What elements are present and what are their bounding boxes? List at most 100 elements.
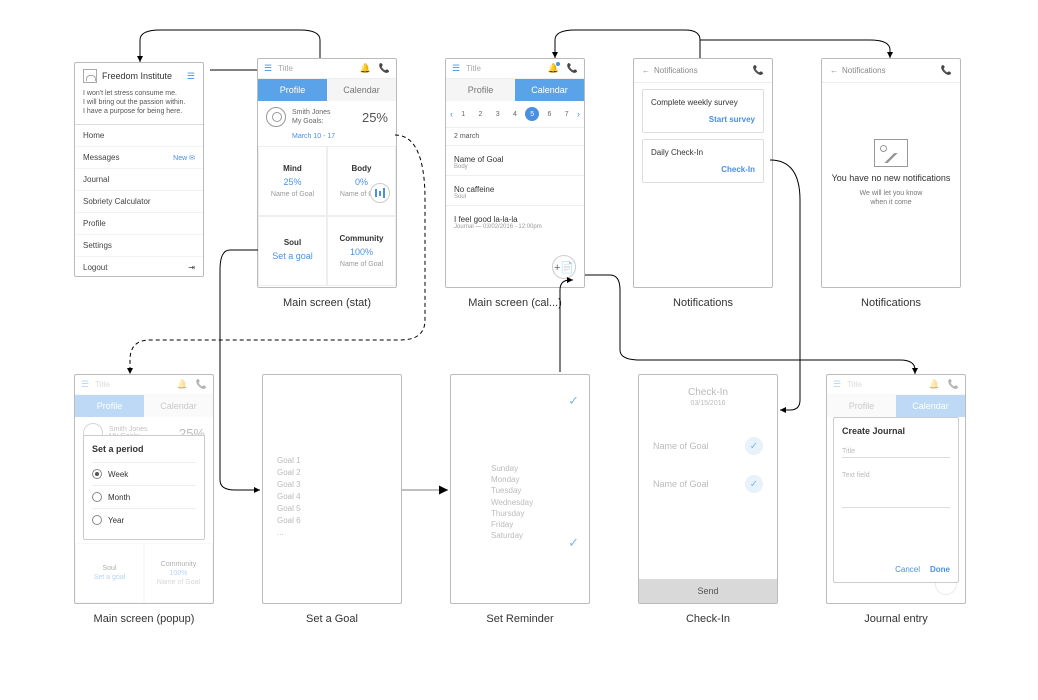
day-7[interactable]: 7 <box>560 107 574 121</box>
bell-icon: 🔔 <box>929 379 940 390</box>
phone-icon: 📞 <box>948 379 959 390</box>
screen-caption: Notifications <box>634 297 772 309</box>
screen-caption: Notifications <box>822 297 960 309</box>
chevron-right-icon[interactable]: › <box>577 109 580 119</box>
add-fab-icon[interactable]: +📄 <box>552 255 576 279</box>
menu-sobriety[interactable]: Sobriety Calculator <box>75 190 203 212</box>
screen-journal-entry: ☰Title 🔔📞 Profile Calendar Create Journa… <box>826 374 966 604</box>
menu-profile[interactable]: Profile <box>75 212 203 234</box>
back-button[interactable]: ←Notifications <box>642 66 698 75</box>
menu-journal[interactable]: Journal <box>75 168 203 190</box>
checkin-date: 03/15/2016 <box>639 400 777 407</box>
chevron-left-icon[interactable]: ‹ <box>450 109 453 119</box>
user-name: Smith Jones <box>292 108 331 117</box>
phone-icon[interactable]: 📞 <box>941 65 952 76</box>
menu-home[interactable]: Home <box>75 124 203 146</box>
start-survey-button[interactable]: Start survey <box>651 115 755 124</box>
goal-item[interactable]: Name of GoalBody <box>446 145 584 175</box>
date-header: 2 march <box>454 133 576 140</box>
day-6[interactable]: 6 <box>543 107 557 121</box>
empty-subtext: We will let you know when it come <box>860 189 923 207</box>
radio-icon <box>92 469 102 479</box>
checkin-button[interactable]: Check-In <box>651 165 755 174</box>
tab-calendar[interactable]: Calendar <box>515 79 584 101</box>
cell-body[interactable]: Body0%Name of Goal <box>327 146 396 216</box>
app-logo: Freedom Institute <box>83 69 172 83</box>
phone-icon[interactable]: 📞 <box>567 63 578 74</box>
done-button[interactable]: Done <box>930 565 950 574</box>
radio-icon <box>92 515 102 525</box>
cell-soul[interactable]: SoulSet a goal <box>258 216 327 286</box>
cancel-button[interactable]: Cancel <box>895 565 920 574</box>
goal-item[interactable]: No caffeineSoul <box>446 175 584 205</box>
screen-main-stat: ☰Title 🔔📞 Profile Calendar Smith Jones M… <box>257 58 397 288</box>
screen-title: Title <box>466 64 481 73</box>
radio-week[interactable]: Week <box>92 462 196 485</box>
day-3[interactable]: 3 <box>491 107 505 121</box>
modal-title: Create Journal <box>842 426 950 436</box>
phone-icon: 📞 <box>196 379 207 390</box>
screen-caption: Main screen (cal...) <box>446 297 584 309</box>
day-5[interactable]: 5 <box>525 107 539 121</box>
tab-profile[interactable]: Profile <box>258 79 327 101</box>
arrow-left-icon: ← <box>830 66 838 75</box>
phone-icon[interactable]: 📞 <box>753 65 764 76</box>
checkin-title: Check-In <box>639 375 777 400</box>
screen-main-popup: ☰Title 🔔📞 Profile Calendar Smith JonesMy… <box>74 374 214 604</box>
back-button[interactable]: ←Notifications <box>830 66 886 75</box>
logout-icon: ⇥ <box>188 263 195 272</box>
cell-community[interactable]: Community100%Name of Goal <box>327 216 396 286</box>
screen-caption: Main screen (popup) <box>75 613 213 625</box>
hamburger-icon[interactable]: ☰ <box>452 63 460 74</box>
goal-list[interactable]: Goal 1Goal 2Goal 3 Goal 4Goal 5Goal 6 ..… <box>263 375 401 539</box>
check-icon[interactable]: ✓ <box>568 535 579 551</box>
day-4[interactable]: 4 <box>508 107 522 121</box>
tab-calendar: Calendar <box>896 395 965 417</box>
period-modal: Set a period Week Month Year <box>83 435 205 540</box>
tab-profile[interactable]: Profile <box>446 79 515 101</box>
screen-notifications: ←Notifications 📞 Complete weekly survey … <box>633 58 773 288</box>
journal-item[interactable]: I feel good la-la-laJournal — 03/02/2016… <box>446 205 584 235</box>
tab-profile: Profile <box>75 395 144 417</box>
notif-title: Daily Check-In <box>651 148 755 157</box>
image-placeholder-icon <box>874 139 908 167</box>
check-circle-icon: ✓ <box>745 437 763 455</box>
title-input[interactable]: Title <box>842 444 950 458</box>
quote-text: I won't let stress consume me. I will br… <box>75 89 203 124</box>
checkin-goal-row[interactable]: Name of Goal✓ <box>639 427 777 465</box>
checkin-goal-row[interactable]: Name of Goal✓ <box>639 465 777 503</box>
menu-settings[interactable]: Settings <box>75 234 203 256</box>
check-circle-icon: ✓ <box>745 475 763 493</box>
tab-calendar[interactable]: Calendar <box>327 79 396 101</box>
arrow-left-icon: ← <box>642 66 650 75</box>
check-icon[interactable]: ✓ <box>568 393 579 409</box>
app-title: Freedom Institute <box>102 71 172 81</box>
radio-icon <box>92 492 102 502</box>
hamburger-icon[interactable]: ☰ <box>264 63 272 74</box>
radio-month[interactable]: Month <box>92 485 196 508</box>
notif-title: Complete weekly survey <box>651 98 755 107</box>
hamburger-icon: ☰ <box>81 379 89 390</box>
screen-set-goal: Goal 1Goal 2Goal 3 Goal 4Goal 5Goal 6 ..… <box>262 374 402 604</box>
notification-card: Daily Check-In Check-In <box>642 139 764 183</box>
empty-message: You have no new notifications <box>832 173 951 183</box>
bell-icon: 🔔 <box>177 379 188 390</box>
screen-main-cal: ☰ Title 🔔 📞 Profile Calendar ‹ 1 2 3 4 5 6… <box>445 58 585 288</box>
screen-caption: Check-In <box>639 613 777 625</box>
menu-logout[interactable]: Logout⇥ <box>75 256 203 278</box>
text-input[interactable]: Text field <box>842 468 950 508</box>
day-2[interactable]: 2 <box>474 107 488 121</box>
screen-sidebar: Freedom Institute ☰ I won't let stress c… <box>74 62 204 277</box>
day-1[interactable]: 1 <box>456 107 470 121</box>
send-button[interactable]: Send <box>639 579 777 603</box>
bell-badge-icon[interactable]: 🔔 <box>548 63 559 74</box>
hamburger-icon[interactable]: ☰ <box>187 71 195 82</box>
menu-messages[interactable]: MessagesNew ✉ <box>75 146 203 168</box>
radio-year[interactable]: Year <box>92 508 196 531</box>
settings-fab-icon[interactable] <box>370 183 390 203</box>
avatar-icon <box>266 107 286 127</box>
cell-mind[interactable]: Mind25%Name of Goal <box>258 146 327 216</box>
phone-icon[interactable]: 📞 <box>379 63 390 74</box>
bell-icon[interactable]: 🔔 <box>360 63 371 74</box>
screen-checkin: Check-In 03/15/2016 Name of Goal✓ Name o… <box>638 374 778 604</box>
